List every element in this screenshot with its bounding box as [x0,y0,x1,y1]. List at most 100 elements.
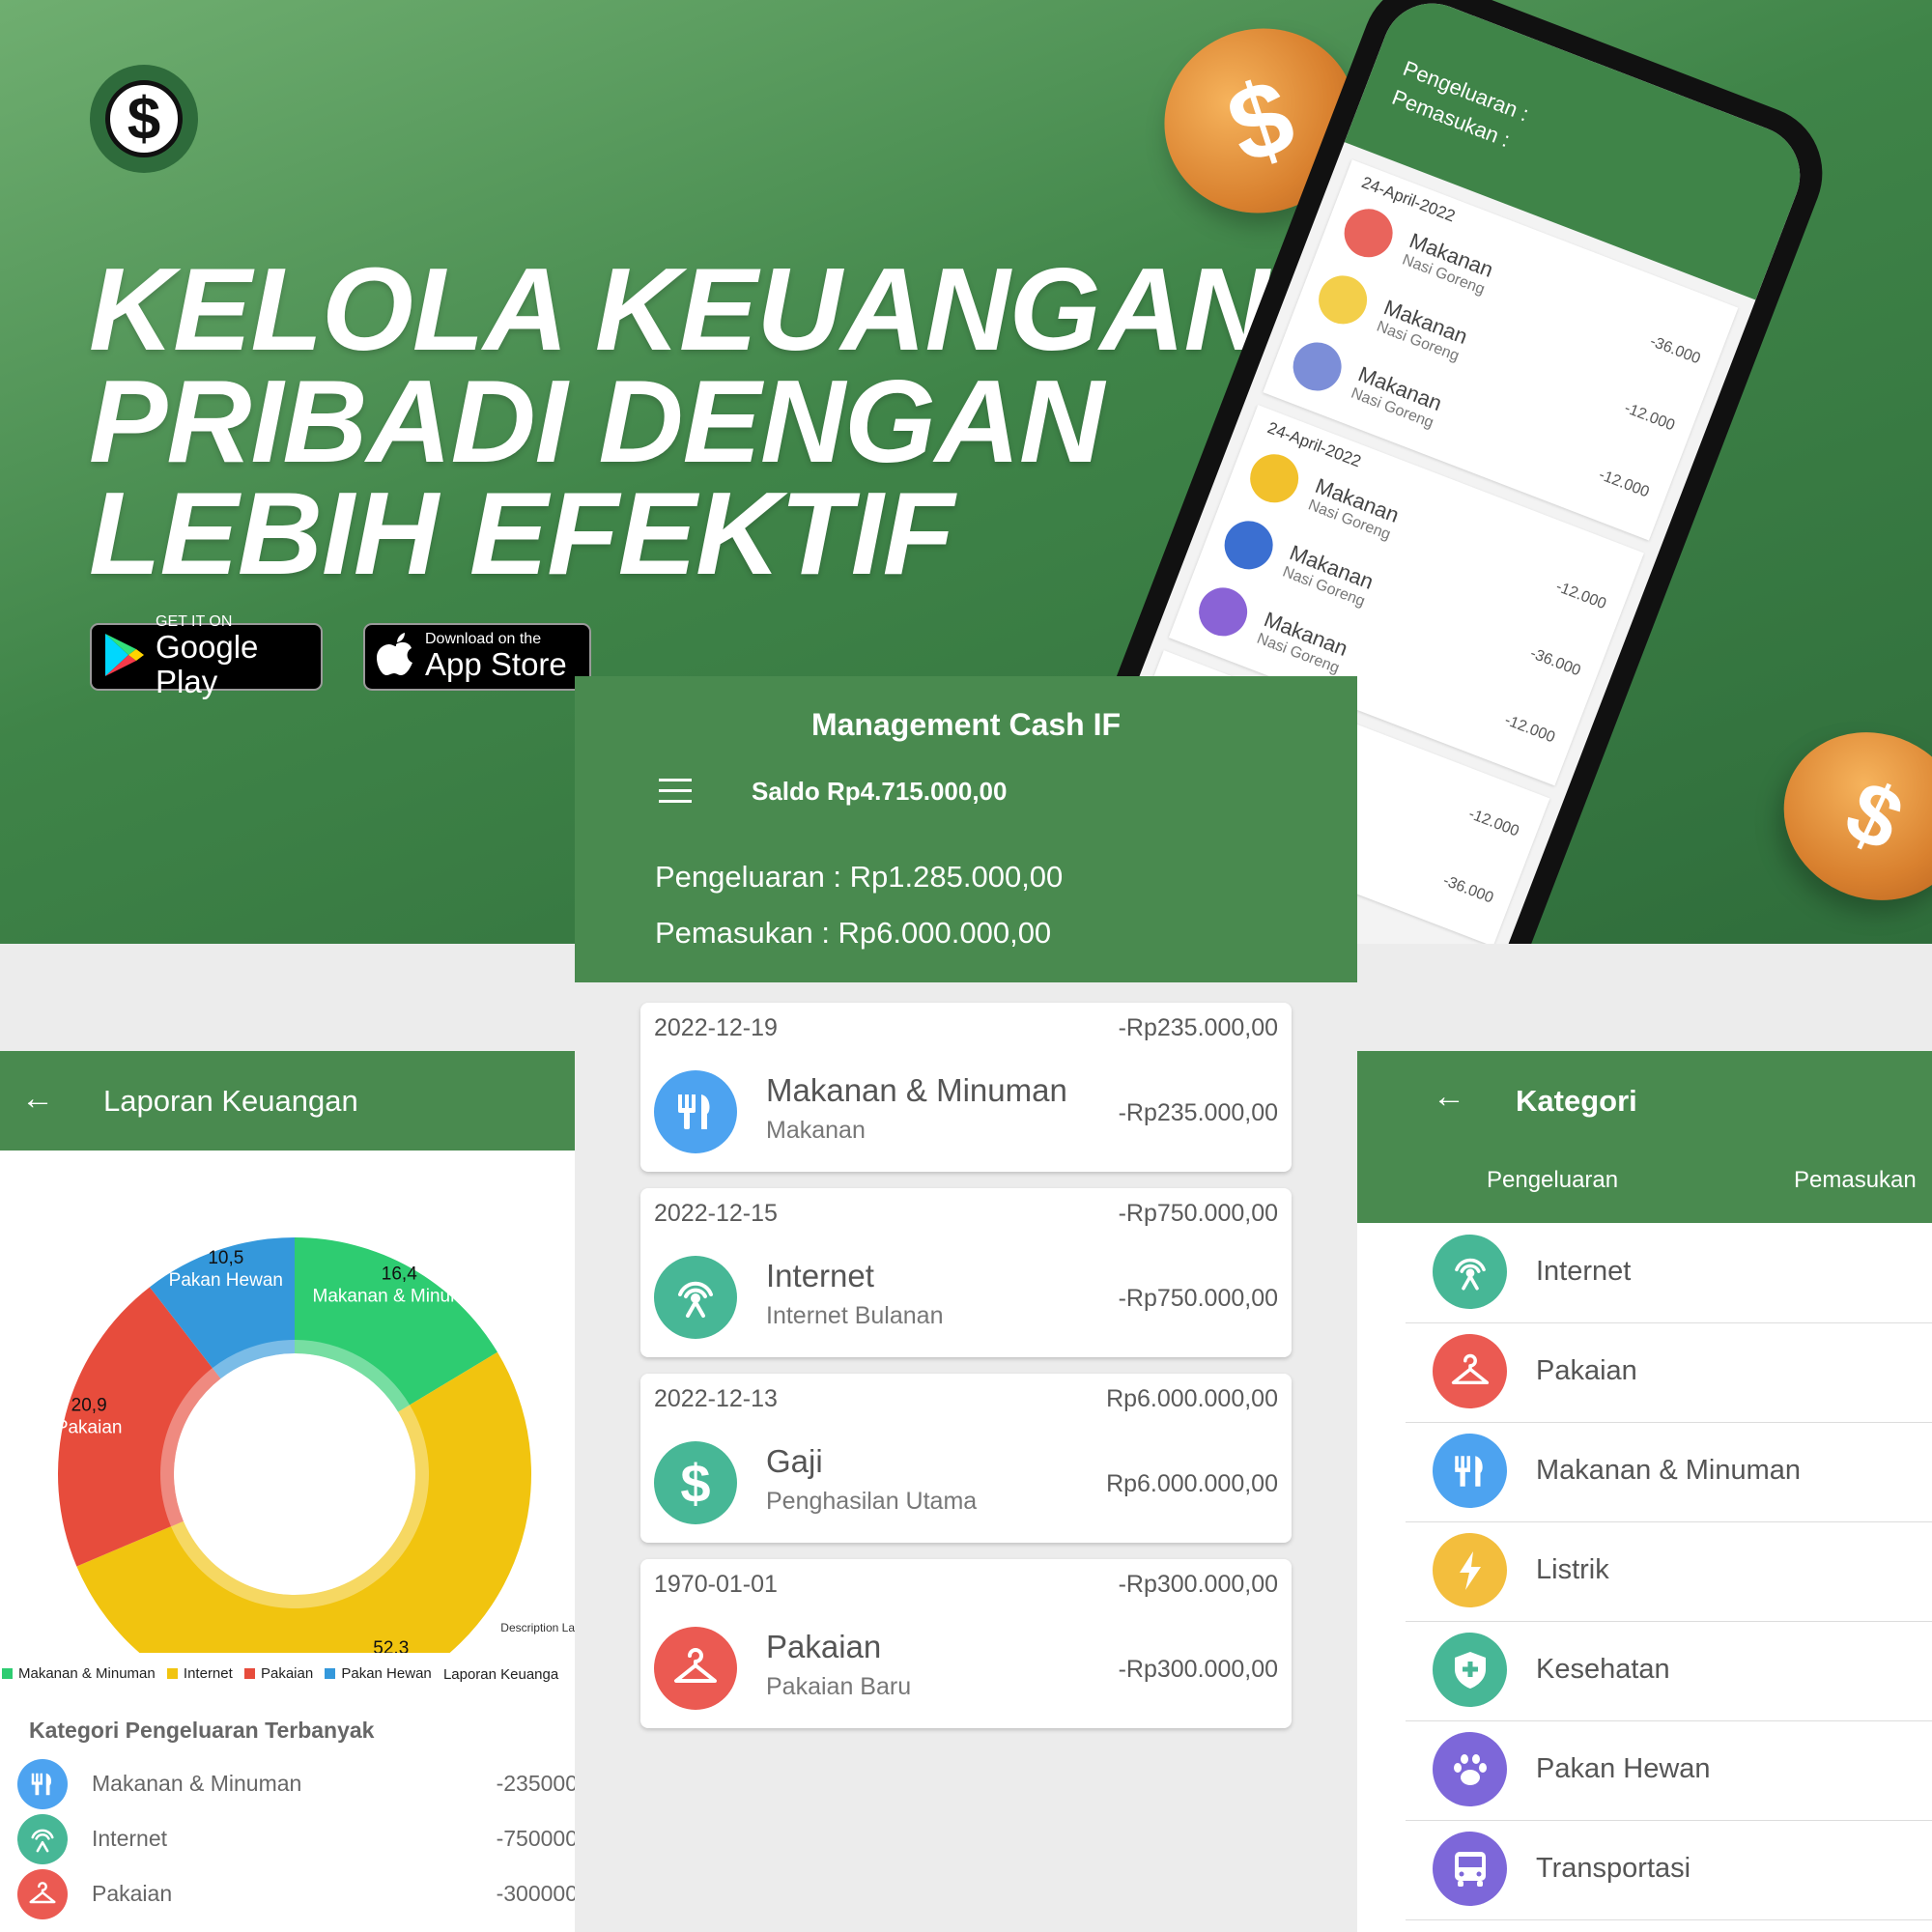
category-item-listrik[interactable]: Listrik [1406,1521,1932,1622]
phone-row-amount: -36.000 [1527,645,1583,680]
top-category-value: -300000 [496,1881,575,1906]
hanger-icon [654,1627,737,1710]
transaction-amount: -Rp300.000,00 [1118,1656,1278,1683]
tab-pengeluaran[interactable]: Pengeluaran [1487,1167,1618,1194]
expense-donut-chart: 16,4Makanan & Minuman52,3Internet20,9Pak… [56,1237,531,1653]
headline-line-3: LEBIH EFEKTIF [89,468,954,599]
paw-icon [1433,1732,1507,1806]
coin-decoration: $ [1755,702,1932,930]
play-store-icon [103,632,146,683]
category-screen: ← Kategori Pengeluaran Pemasukan Interne… [1357,1051,1932,1932]
transaction-day-total: Rp6.000.000,00 [1106,1385,1278,1412]
top-category-row[interactable]: Pakaian -300000 [17,1869,575,1923]
phone-row-amount: -36.000 [1647,332,1703,368]
back-arrow-icon[interactable]: ← [21,1080,54,1118]
phone-row-amount: -12.000 [1596,467,1652,501]
legend-label: Pakaian [260,1665,314,1682]
transaction-date: 2022-12-19 [654,1014,778,1041]
phone-row-amount: -12.000 [1465,806,1521,840]
category-item-makanan-minuman[interactable]: Makanan & Minuman [1406,1422,1932,1522]
back-arrow-icon[interactable]: ← [1433,1078,1465,1116]
fork-knife-icon [654,1070,737,1153]
google-play-badge[interactable]: GET IT ON Google Play [90,614,323,699]
transaction-card[interactable]: 2022-12-19 -Rp235.000,00 Makanan & Minum… [640,1003,1292,1172]
hamburger-menu-icon[interactable] [659,779,692,809]
tab-pemasukan[interactable]: Pemasukan [1794,1167,1917,1194]
transaction-date: 2022-12-13 [654,1385,778,1412]
transaction-card[interactable]: 1970-01-01 -Rp300.000,00 Pakaian Pakaian… [640,1559,1292,1728]
transaction-card[interactable]: 2022-12-15 -Rp750.000,00 Internet Intern… [640,1188,1292,1357]
transaction-category: Gaji [766,1443,823,1479]
phone-row-amount: -12.000 [1502,712,1557,747]
main-header: Management Cash IF Saldo Rp4.715.000,00 … [575,676,1357,982]
antenna-icon [654,1256,737,1339]
transaction-amount: -Rp235.000,00 [1118,1099,1278,1126]
transaction-list: 2022-12-19 -Rp235.000,00 Makanan & Minum… [575,982,1357,1932]
slice-value-label: 52,3 [373,1638,409,1653]
slice-category-label: Pakan Hewan [169,1270,283,1291]
saldo-balance: Saldo Rp4.715.000,00 [752,777,1008,806]
transaction-date: 2022-12-15 [654,1200,778,1227]
hanger-icon [17,1869,68,1919]
transaction-day-total: -Rp750.000,00 [1118,1200,1278,1227]
transaction-category: Makanan & Minuman [766,1072,1067,1108]
legend-label: Internet [183,1665,233,1682]
category-header: ← Kategori Pengeluaran Pemasukan [1357,1051,1932,1223]
category-label: Internet [1536,1256,1632,1287]
transaction-date: 1970-01-01 [654,1571,778,1598]
category-title: Kategori [1516,1084,1637,1118]
transaction-note: Pakaian Baru [766,1673,912,1700]
category-item-internet[interactable]: Internet [1406,1223,1932,1323]
app-store-small-text: Download on the [425,631,542,647]
total-pemasukan: Pemasukan : Rp6.000.000,00 [655,916,1052,950]
transaction-amount: Rp6.000.000,00 [1106,1470,1278,1497]
avatar [1191,581,1255,643]
category-item-transportasi[interactable]: Transportasi [1406,1820,1932,1920]
report-title: Laporan Keuangan [103,1084,358,1118]
phone-row-amount: -12.000 [1622,400,1677,435]
fork-knife-icon [17,1759,68,1809]
transaction-category: Pakaian [766,1629,882,1664]
category-label: Kesehatan [1536,1654,1670,1685]
legend-item: Makanan & Minuman [2,1665,156,1682]
avatar [1217,514,1280,577]
phone-row-amount: -36.000 [1440,872,1496,907]
total-pengeluaran: Pengeluaran : Rp1.285.000,00 [655,860,1064,894]
google-play-big-text: Google Play [156,629,259,699]
banner-headline: KELOLA KEUANGAN PRIBADI DENGAN LEBIH EFE… [89,250,1269,592]
top-category-label: Internet [92,1826,167,1851]
category-item-pakaian[interactable]: Pakaian [1406,1322,1932,1423]
dollar-icon: $ [654,1441,737,1524]
slice-category-label: Pakaian [56,1417,123,1437]
category-label: Listrik [1536,1554,1609,1585]
slice-value-label: 16,4 [382,1264,417,1285]
bus-icon [1433,1832,1507,1906]
antenna-icon [1433,1235,1507,1309]
chart-legend: Makanan & Minuman Internet Pakaian Pakan… [2,1665,558,1683]
google-play-small-text: GET IT ON [156,613,233,630]
transaction-card[interactable]: 2022-12-13 Rp6.000.000,00 $ Gaji Penghas… [640,1374,1292,1543]
transaction-day-total: -Rp235.000,00 [1118,1014,1278,1041]
legend-label: Makanan & Minuman [18,1665,156,1682]
category-label: Pakan Hewan [1536,1753,1711,1784]
legend-label: Pakan Hewan [341,1665,432,1682]
slice-category-label: Makanan & Minuman [313,1287,487,1307]
app-logo: $ [90,65,198,173]
apple-icon [377,632,415,682]
category-item-pakan-hewan[interactable]: Pakan Hewan [1406,1720,1932,1821]
legend-extra-label: Laporan Keuanga [442,1666,559,1683]
shield-plus-icon [1433,1633,1507,1707]
transaction-category: Internet [766,1258,874,1293]
report-header: ← Laporan Keuangan [0,1051,575,1151]
app-store-badge[interactable]: Download on the App Store [363,623,591,691]
category-item-kesehatan[interactable]: Kesehatan [1406,1621,1932,1721]
avatar [1286,335,1349,398]
top-category-row[interactable]: Makanan & Minuman -235000 [17,1759,575,1813]
transaction-amount: -Rp750.000,00 [1118,1285,1278,1312]
lightning-icon [1433,1533,1507,1607]
category-label: Transportasi [1536,1853,1691,1884]
legend-item: Pakan Hewan [325,1665,432,1682]
app-store-big-text: App Store [425,646,567,682]
top-category-row[interactable]: Internet -750000 [17,1814,575,1868]
top-category-value: -235000 [496,1771,575,1796]
